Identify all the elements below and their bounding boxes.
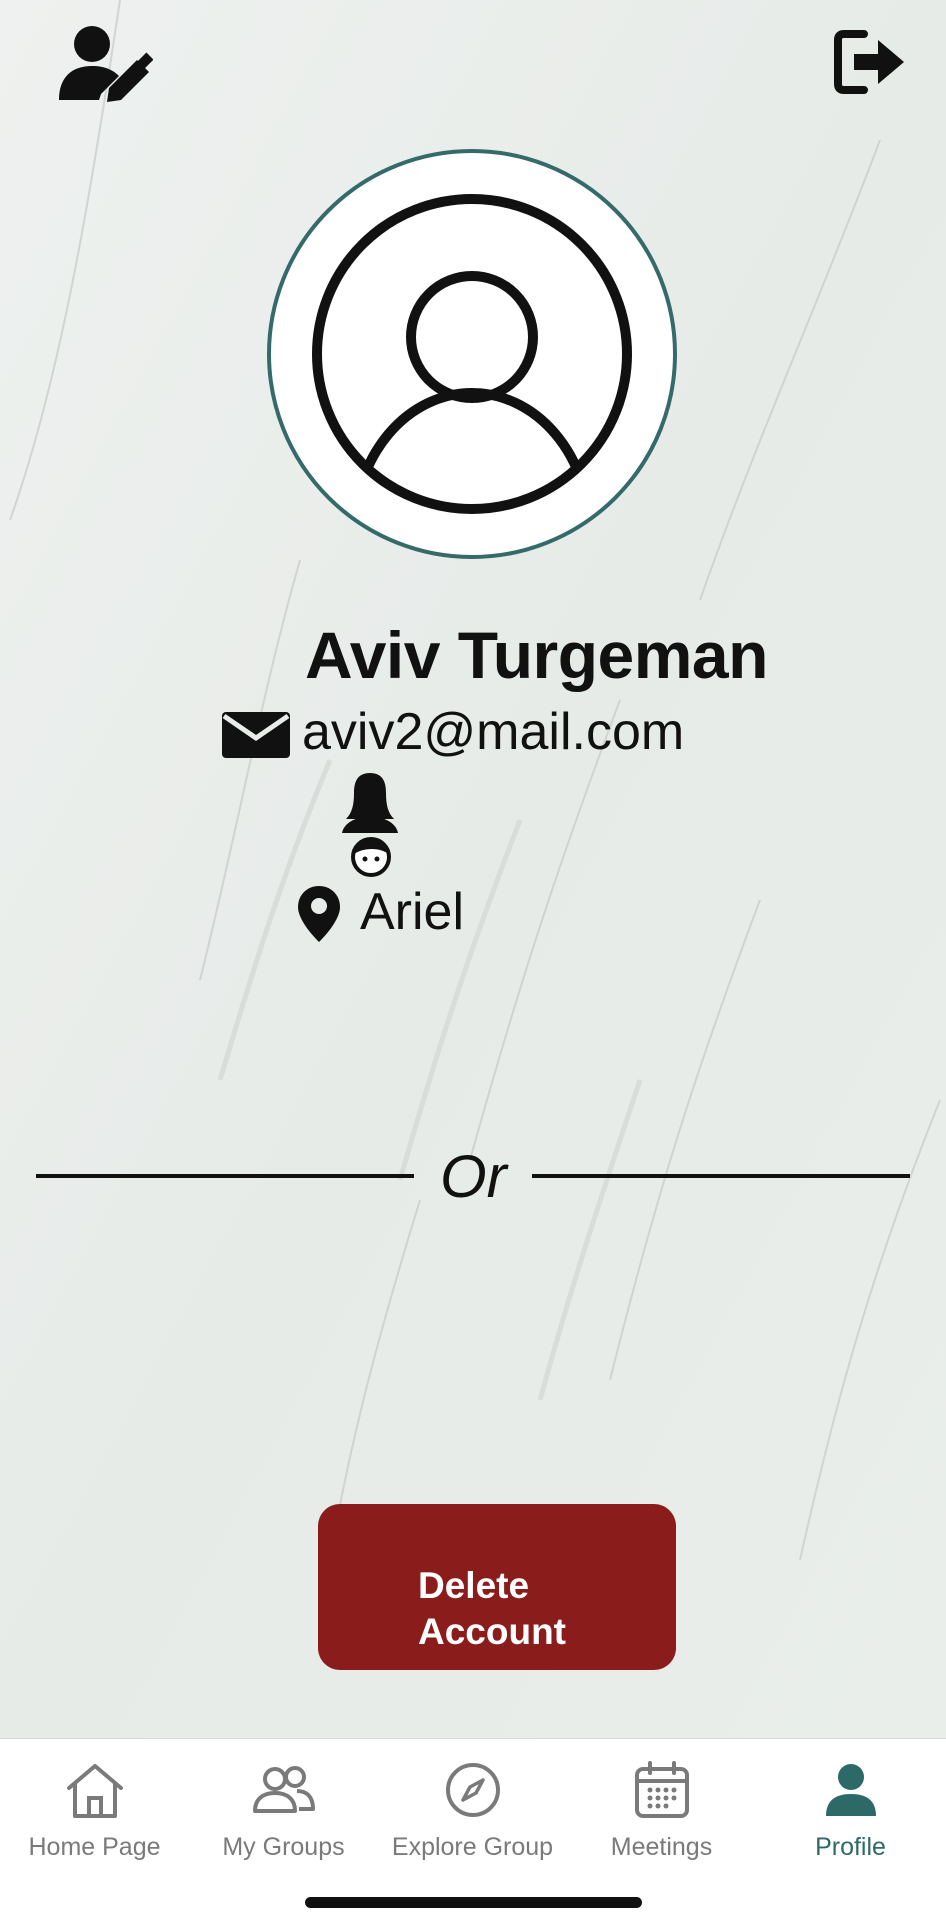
user-edit-icon — [59, 26, 153, 102]
delete-account-button[interactable]: Delete Account — [318, 1504, 676, 1670]
tab-label: Home Page — [28, 1833, 161, 1861]
home-icon — [66, 1764, 123, 1818]
profile-name: Aviv Turgeman — [305, 618, 768, 692]
envelope-icon — [222, 712, 290, 758]
edit-profile-button[interactable] — [55, 22, 155, 104]
user-avatar-placeholder-icon — [312, 194, 632, 514]
divider-or-text: Or — [440, 1143, 507, 1210]
tab-explore-group[interactable]: Explore Group — [378, 1739, 567, 1879]
groups-icon — [252, 1766, 315, 1813]
tab-profile[interactable]: Profile — [756, 1739, 945, 1879]
divider-line-right — [532, 1174, 910, 1178]
delete-button-label-line2: Account — [418, 1611, 566, 1652]
sign-out-icon — [834, 30, 904, 94]
profile-email: aviv2@mail.com — [302, 703, 685, 761]
divider-line-left — [36, 1174, 414, 1178]
tab-home-page[interactable]: Home Page — [0, 1739, 189, 1879]
logout-button[interactable] — [830, 26, 910, 98]
delete-button-label-line1: Delete — [418, 1565, 530, 1606]
tab-meetings[interactable]: Meetings — [567, 1739, 756, 1879]
profile-screen: Aviv Turgeman aviv2@mail.com Ariel Or De… — [0, 0, 946, 1930]
map-marker-icon — [298, 886, 340, 942]
compass-icon — [445, 1763, 500, 1817]
female-user-icon — [342, 773, 398, 877]
person-icon — [825, 1764, 876, 1816]
tab-label: Profile — [815, 1833, 886, 1861]
home-indicator — [305, 1897, 642, 1908]
profile-city: Ariel — [360, 883, 465, 941]
profile-avatar[interactable] — [267, 149, 677, 559]
tab-label: Meetings — [610, 1833, 713, 1861]
tab-label: My Groups — [222, 1833, 345, 1861]
tab-label: Explore Group — [391, 1833, 554, 1861]
calendar-icon — [634, 1761, 689, 1818]
tab-my-groups[interactable]: My Groups — [189, 1739, 378, 1879]
